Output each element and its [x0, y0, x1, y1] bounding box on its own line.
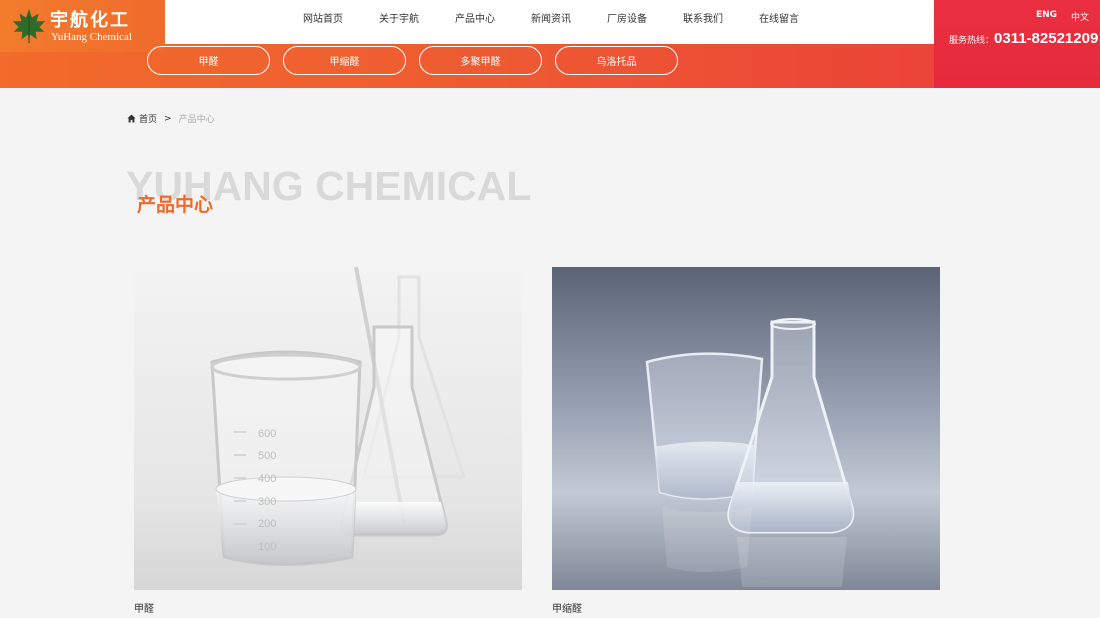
hotline-number: 0311-82521209 [994, 30, 1099, 47]
nav-item-home[interactable]: 网站首页 [303, 10, 343, 25]
logo-cn-text: 宇航化工 [50, 10, 130, 31]
subnav-urotropin[interactable]: 乌洛托品 [555, 46, 678, 75]
lang-zh-link[interactable]: 中文 [1071, 10, 1089, 23]
subnav-methylal[interactable]: 甲缩醛 [283, 46, 406, 75]
product-card-formaldehyde[interactable]: 600 500 400 300 200 100 甲醛 [134, 267, 522, 615]
home-icon [127, 114, 136, 123]
product-image[interactable] [552, 267, 940, 590]
breadcrumb-current: 产品中心 [178, 115, 215, 125]
beaker-mark-300: 300 [258, 496, 276, 508]
breadcrumb: 首页 > 产品中心 [127, 112, 215, 125]
product-image[interactable]: 600 500 400 300 200 100 [134, 267, 522, 590]
logo-en-text: YuHang Chemical [51, 31, 132, 43]
hotline: 服务热线：0311-82521209 [949, 28, 1098, 47]
nav-item-contact[interactable]: 联系我们 [683, 10, 723, 25]
beaker-mark-100: 100 [258, 541, 276, 553]
nav-item-factory[interactable]: 厂房设备 [607, 10, 647, 25]
lang-eng-link[interactable]: ENG [1036, 10, 1057, 20]
breadcrumb-home-link[interactable]: 首页 [139, 112, 157, 125]
maple-leaf-icon [12, 8, 46, 44]
beaker-mark-400: 400 [258, 473, 276, 485]
hotline-box: ENG 中文 服务热线：0311-82521209 [934, 0, 1100, 88]
breadcrumb-separator: > [164, 113, 172, 124]
nav-item-about[interactable]: 关于宇航 [379, 10, 419, 25]
nav-item-products[interactable]: 产品中心 [455, 10, 495, 25]
product-subnav: 甲醛 甲缩醛 多聚甲醛 乌洛托品 [147, 46, 691, 75]
product-card-methylal[interactable]: 甲缩醛 [552, 267, 940, 615]
section-title: 产品中心 [137, 194, 214, 216]
nav-item-news[interactable]: 新闻资讯 [531, 10, 571, 25]
beaker-mark-200: 200 [258, 518, 276, 530]
beaker-mark-600: 600 [258, 428, 276, 440]
nav-item-message[interactable]: 在线留言 [759, 10, 799, 25]
subnav-formaldehyde[interactable]: 甲醛 [147, 46, 270, 75]
beaker-mark-500: 500 [258, 450, 276, 462]
subnav-paraformaldehyde[interactable]: 多聚甲醛 [419, 46, 542, 75]
logo[interactable]: 宇航化工 YuHang Chemical [0, 0, 165, 52]
product-caption[interactable]: 甲缩醛 [552, 600, 940, 615]
main-nav: 网站首页 关于宇航 产品中心 新闻资讯 厂房设备 联系我们 在线留言 [285, 0, 817, 34]
hotline-label: 服务热线： [949, 36, 995, 46]
product-caption[interactable]: 甲醛 [134, 600, 522, 615]
